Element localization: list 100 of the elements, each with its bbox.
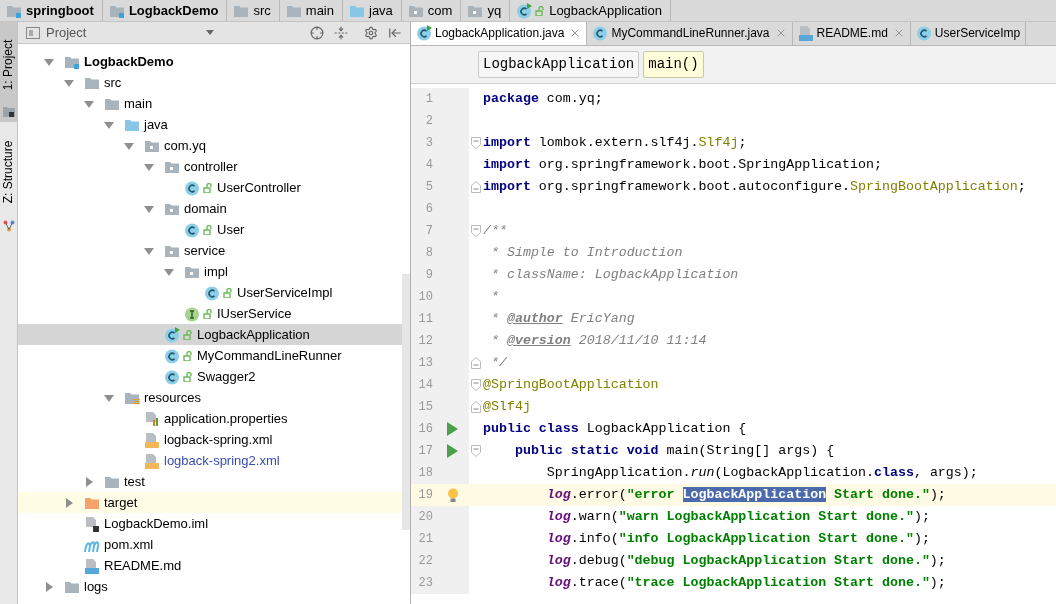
line-number: 1	[424, 91, 433, 108]
file-icon	[144, 431, 160, 448]
tree-item[interactable]: logs	[18, 576, 402, 597]
settings-icon[interactable]	[364, 25, 378, 40]
tree-item[interactable]: logback-spring2.xml	[18, 450, 402, 471]
path-chip[interactable]: main()	[643, 51, 704, 78]
expanded-arrow-icon[interactable]	[104, 392, 114, 403]
class-icon	[516, 2, 533, 19]
fold-icon[interactable]	[471, 445, 481, 457]
collapsed-arrow-icon[interactable]	[44, 581, 54, 592]
breadcrumb-item[interactable]: LogbackApplication	[510, 0, 671, 21]
line-number: 9	[424, 267, 433, 284]
tree-item[interactable]: README.md	[18, 555, 402, 576]
expanded-arrow-icon[interactable]	[64, 77, 74, 88]
tree-item[interactable]: LogbackApplication	[18, 324, 402, 345]
tree-item[interactable]: test	[18, 471, 402, 492]
collapse-all-icon[interactable]	[334, 25, 348, 40]
folder-icon	[144, 138, 160, 153]
dropdown-caret-icon[interactable]	[206, 30, 215, 35]
fold-icon[interactable]	[471, 225, 481, 237]
locate-icon[interactable]	[310, 25, 324, 40]
tree-item[interactable]: impl	[18, 261, 402, 282]
panel-title[interactable]: Project	[46, 22, 87, 43]
lightbulb-icon[interactable]	[447, 487, 459, 503]
fold-icon[interactable]	[471, 137, 481, 149]
lock-icon	[183, 371, 193, 382]
expanded-arrow-icon[interactable]	[104, 119, 114, 130]
expanded-arrow-icon[interactable]	[164, 266, 174, 277]
collapsed-arrow-icon[interactable]	[84, 476, 94, 487]
code-line: package com.yq;	[483, 90, 603, 109]
folder-icon	[2, 106, 15, 118]
tree-item[interactable]: MyCommandLineRunner	[18, 345, 402, 366]
scrollbar-thumb[interactable]	[402, 274, 410, 530]
folder-icon	[64, 579, 80, 594]
breadcrumb-item[interactable]: main	[279, 0, 343, 21]
tree-item[interactable]: UserServiceImpl	[18, 282, 402, 303]
run-icon[interactable]	[447, 422, 458, 436]
folder-icon	[164, 243, 180, 258]
tree-item[interactable]: service	[18, 240, 402, 261]
breadcrumb-item[interactable]: com	[401, 0, 462, 21]
path-chip[interactable]: LogbackApplication	[478, 51, 640, 78]
line-number: 10	[417, 289, 433, 306]
fold-icon[interactable]	[471, 181, 481, 193]
tool-window-tab[interactable]: 1: Project	[0, 22, 17, 122]
editor-tab[interactable]: LogbackApplication.java	[411, 22, 588, 45]
tree-item[interactable]: controller	[18, 156, 402, 177]
collapsed-arrow-icon[interactable]	[64, 497, 74, 508]
tree-item[interactable]: pom.xml	[18, 534, 402, 555]
code-line: log.error("error LogbackApplication Start done.");	[545, 486, 946, 505]
code-line: @SpringBootApplication	[483, 376, 659, 395]
line-number: 16	[417, 421, 433, 438]
line-number: 3	[424, 135, 433, 152]
expanded-arrow-icon[interactable]	[144, 203, 154, 214]
file-icon	[144, 410, 160, 427]
folder-icon	[6, 3, 22, 18]
tree-item[interactable]: src	[18, 72, 402, 93]
fold-icon[interactable]	[471, 357, 481, 369]
tree-item[interactable]: User	[18, 219, 402, 240]
interface-icon	[184, 305, 200, 322]
code-line: *	[489, 288, 499, 307]
tree-item[interactable]: java	[18, 114, 402, 135]
tree-item[interactable]: Swagger2	[18, 366, 402, 387]
tree-item[interactable]: resources	[18, 387, 402, 408]
breadcrumb-item[interactable]: java	[343, 0, 402, 21]
tree-item[interactable]: logback-spring.xml	[18, 429, 402, 450]
breadcrumb-item[interactable]: springboot	[0, 0, 103, 21]
tree-item[interactable]: UserController	[18, 177, 402, 198]
breadcrumb-item[interactable]: src	[227, 0, 280, 21]
expanded-arrow-icon[interactable]	[124, 140, 134, 151]
expanded-arrow-icon[interactable]	[144, 161, 154, 172]
tool-window-tab[interactable]: Z: Structure	[0, 122, 17, 236]
folder-icon	[124, 390, 140, 405]
hide-panel-icon[interactable]	[388, 25, 402, 40]
line-number: 18	[417, 465, 433, 482]
tree-item[interactable]: LogbackDemo	[18, 51, 402, 72]
breadcrumb-item[interactable]: yq	[461, 0, 511, 21]
fold-icon[interactable]	[471, 401, 481, 413]
tree-item[interactable]: com.yq	[18, 135, 402, 156]
fold-icon[interactable]	[471, 379, 481, 391]
folder-icon	[285, 3, 302, 18]
lock-icon	[183, 350, 193, 361]
expanded-arrow-icon[interactable]	[44, 56, 54, 67]
expanded-arrow-icon[interactable]	[144, 245, 154, 256]
code-line: log.info("info LogbackApplication Start done.");	[545, 530, 930, 549]
tree-item[interactable]: IUserService	[18, 303, 402, 324]
tree-item[interactable]: application.properties	[18, 408, 402, 429]
code-line: public static void main(String[] args) {	[513, 442, 835, 461]
line-number: 5	[424, 179, 433, 196]
tree-item[interactable]: domain	[18, 198, 402, 219]
class-icon	[164, 347, 180, 364]
code-line: import lombok.extern.slf4j.Slf4j;	[483, 134, 747, 153]
breadcrumb-item[interactable]: LogbackDemo	[102, 0, 228, 21]
tree-item[interactable]: target	[18, 492, 402, 513]
code-line: log.trace("trace LogbackApplication Start done.");	[545, 574, 946, 593]
code-line: log.warn("warn LogbackApplication Start done.");	[545, 508, 930, 527]
run-icon[interactable]	[447, 444, 458, 458]
expanded-arrow-icon[interactable]	[84, 98, 94, 109]
class-icon	[204, 284, 220, 301]
tree-item[interactable]: main	[18, 93, 402, 114]
tree-item[interactable]: LogbackDemo.iml	[18, 513, 402, 534]
